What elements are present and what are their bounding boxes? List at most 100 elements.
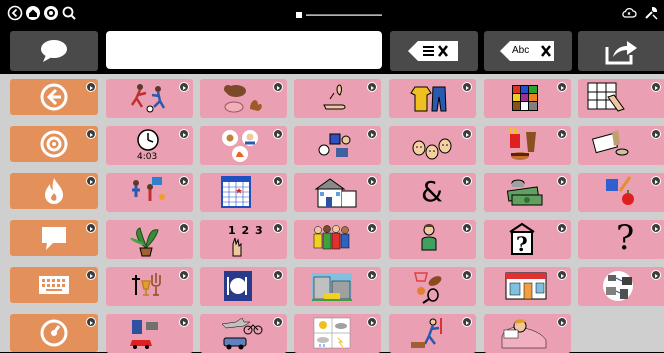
link-indicator-icon (462, 129, 472, 139)
link-indicator-icon (86, 176, 96, 186)
link-indicator-icon (179, 129, 189, 139)
flame-icon (45, 178, 63, 204)
link-indicator-icon (367, 129, 377, 139)
core-words-button[interactable] (10, 126, 98, 162)
drag-handle[interactable] (296, 12, 382, 18)
cell-religion[interactable] (106, 267, 193, 306)
cell-toys[interactable] (294, 126, 381, 165)
link-indicator-icon (179, 317, 189, 327)
cell-numbers[interactable] (578, 79, 664, 118)
cell-meal[interactable] (200, 267, 287, 306)
speech-bubble-icon (42, 227, 66, 250)
cell-money[interactable] (484, 173, 571, 212)
clear-message-icon (408, 41, 458, 61)
question-mark-symbol: ? (516, 232, 528, 256)
link-indicator-icon (367, 223, 377, 233)
cell-clothes[interactable] (389, 79, 476, 118)
cell-activities[interactable] (106, 173, 193, 212)
link-indicator-icon (86, 129, 96, 139)
share-button[interactable] (578, 31, 664, 71)
keyboard-icon (39, 276, 69, 294)
share-arrow-icon (605, 41, 637, 65)
cell-question[interactable]: ? (578, 220, 664, 259)
top-bar (0, 0, 664, 28)
home-icon[interactable] (24, 4, 42, 22)
cell-time-label: 4:03 (137, 152, 158, 162)
cell-transport[interactable] (200, 314, 287, 353)
link-indicator-icon (462, 82, 472, 92)
cell-feelings[interactable] (200, 126, 287, 165)
gauge-icon (40, 319, 68, 347)
back-button[interactable] (10, 79, 98, 115)
cell-sleep[interactable] (484, 314, 571, 353)
cell-sports[interactable] (106, 79, 193, 118)
cell-weather[interactable] (294, 314, 381, 353)
cell-food[interactable] (484, 126, 571, 165)
cell-plants[interactable] (106, 220, 193, 259)
clear-word-label: Abc (512, 45, 530, 56)
target-icon[interactable] (42, 4, 60, 22)
search-icon[interactable] (60, 4, 78, 22)
cell-where[interactable]: ? (484, 220, 571, 259)
link-indicator-icon (273, 270, 283, 280)
link-indicator-icon (651, 223, 661, 233)
link-indicator-icon (273, 129, 283, 139)
link-indicator-icon (86, 223, 96, 233)
link-indicator-icon (557, 223, 567, 233)
back-arrow-icon (40, 83, 68, 111)
link-indicator-icon (557, 129, 567, 139)
cell-ampersand[interactable]: & (389, 173, 476, 212)
keyboard-button[interactable] (10, 267, 98, 303)
cell-person[interactable] (389, 220, 476, 259)
hot-words-button[interactable] (10, 173, 98, 209)
cell-time[interactable]: 4:03 (106, 126, 193, 165)
link-indicator-icon (86, 317, 96, 327)
cloud-icon[interactable] (620, 4, 638, 22)
cell-games[interactable] (106, 314, 193, 353)
link-indicator-icon (462, 270, 472, 280)
cell-places[interactable] (294, 173, 381, 212)
cell-counting[interactable]: 1 2 3 (200, 220, 287, 259)
link-indicator-icon (179, 223, 189, 233)
cell-buildings[interactable] (294, 267, 381, 306)
target-icon (40, 130, 68, 158)
link-indicator-icon (367, 82, 377, 92)
cell-people[interactable] (294, 220, 381, 259)
link-indicator-icon (557, 270, 567, 280)
clear-word-button[interactable]: Abc (484, 31, 572, 71)
clear-message-button[interactable] (390, 31, 478, 71)
link-indicator-icon (86, 82, 96, 92)
link-indicator-icon (367, 270, 377, 280)
link-indicator-icon (273, 82, 283, 92)
cell-animals[interactable] (200, 79, 287, 118)
link-indicator-icon (179, 82, 189, 92)
link-indicator-icon (651, 82, 661, 92)
link-indicator-icon (86, 270, 96, 280)
link-indicator-icon (367, 176, 377, 186)
ampersand-symbol: & (421, 175, 443, 208)
back-circle-icon[interactable] (6, 4, 24, 22)
cell-sports-equipment[interactable] (389, 267, 476, 306)
cell-colors[interactable] (484, 79, 571, 118)
link-indicator-icon (557, 317, 567, 327)
cell-technology[interactable] (578, 267, 664, 306)
link-indicator-icon (273, 176, 283, 186)
cell-faces[interactable] (389, 126, 476, 165)
cell-school[interactable] (578, 126, 664, 165)
cell-shop[interactable] (484, 267, 571, 306)
cell-body[interactable] (294, 79, 381, 118)
link-indicator-icon (367, 317, 377, 327)
phrases-button[interactable] (10, 220, 98, 256)
link-indicator-icon (557, 82, 567, 92)
speak-button[interactable] (10, 31, 98, 71)
link-indicator-icon (651, 176, 661, 186)
message-box[interactable] (106, 31, 382, 69)
settings-button[interactable] (10, 314, 98, 352)
link-indicator-icon (462, 223, 472, 233)
link-indicator-icon (179, 176, 189, 186)
cell-actions[interactable] (389, 314, 476, 353)
cell-calendar[interactable] (200, 173, 287, 212)
link-indicator-icon (179, 270, 189, 280)
wrench-icon[interactable] (642, 4, 660, 22)
cell-school-supplies[interactable] (578, 173, 664, 212)
